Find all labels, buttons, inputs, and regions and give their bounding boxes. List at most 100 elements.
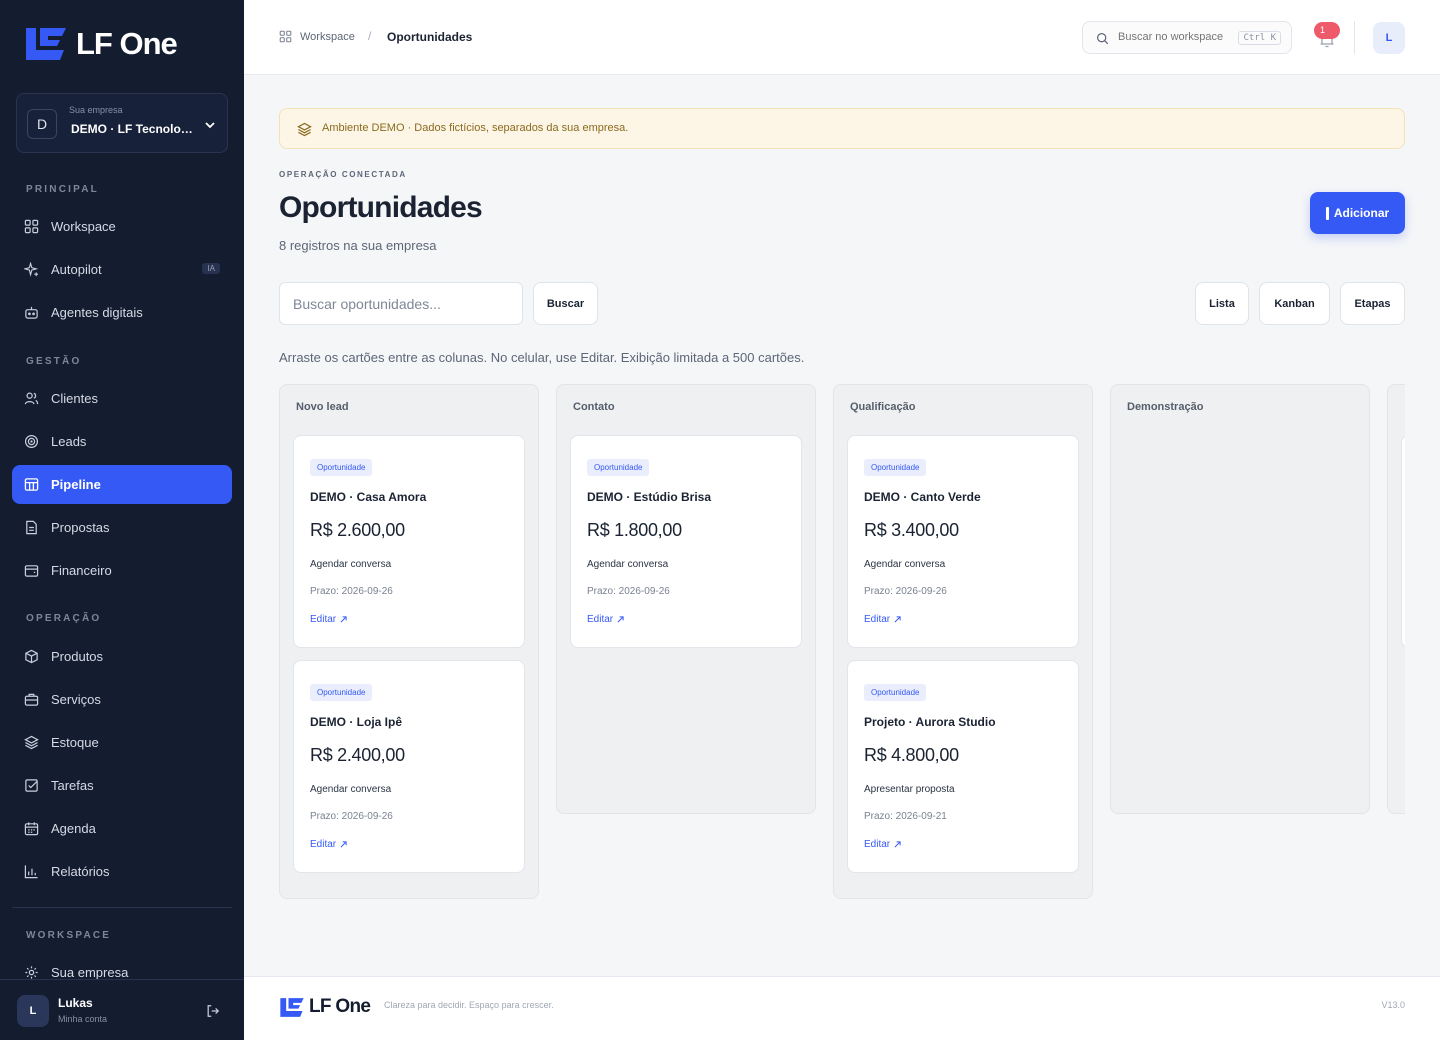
avatar[interactable]: L [1373,22,1405,54]
layers-icon [24,735,39,750]
avatar: L [17,995,49,1027]
card-due-date: Prazo: 2026-09-26 [310,586,393,597]
footer: LF One Clareza para decidir. Espaço para… [244,976,1440,1040]
card-title: DEMO · Loja Ipê [310,715,403,729]
footer-logo: LF One [279,996,371,1018]
user-subtitle: Minha conta [58,1014,108,1024]
card-next-step: Agendar conversa [587,559,669,570]
briefcase-icon [24,693,39,706]
bot-icon [25,306,38,319]
sidebar-item-propostas[interactable]: Propostas [12,508,232,547]
add-button[interactable]: Adicionar [1310,192,1405,234]
grid-icon [279,30,292,43]
breadcrumb-separator: / [368,29,372,43]
card-edit-label: Editar [310,614,337,625]
logout-icon[interactable] [206,1004,220,1018]
opportunity-card[interactable]: Oportunidade Projeto · Aurora Studio R$ … [847,660,1079,873]
sidebar-item-produtos[interactable]: Produtos [12,637,232,676]
kanban-board: Novo lead Oportunidade DEMO · Casa Amora… [279,384,1405,904]
card-edit-link[interactable]: Editar [587,614,624,625]
workspace-search[interactable]: Ctrl K [1082,21,1292,54]
nav-section-gestao: GESTÃO [26,356,82,367]
sparkle-icon [24,262,39,277]
breadcrumb-home-label: Workspace [300,30,355,43]
card-edit-link[interactable]: Editar [310,839,347,850]
document-icon [26,520,37,535]
card-title: Projeto · Aurora Studio [864,715,996,729]
card-edit-link[interactable]: Editar [864,614,901,625]
arrow-up-right-icon [340,841,347,848]
gear-icon [25,966,38,979]
brand-name: LF One [76,26,178,61]
sidebar-item-label: Autopilot [51,262,102,277]
card-tag: Oportunidade [310,684,373,701]
card-edit-link[interactable]: Editar [310,614,347,625]
card-edit-label: Editar [587,614,614,625]
company-switcher[interactable]: D Sua empresa DEMO · LF Tecnologia [16,93,228,153]
lf-logo-icon [26,28,66,60]
card-due-date: Prazo: 2026-09-21 [864,811,947,822]
brand-logo[interactable]: LF One [24,26,178,62]
search-button[interactable]: Buscar [533,282,598,325]
user-account[interactable]: L Lukas Minha conta [0,979,244,1040]
opportunity-card[interactable]: Oportunidade DEMO · Casa Amora R$ 2.600,… [293,435,525,648]
sidebar-item-label: Pipeline [51,477,101,492]
view-list-button[interactable]: Lista [1195,282,1249,325]
opportunity-card[interactable]: Oportunidade DEMO · Loja Ipê R$ 2.400,00… [293,660,525,873]
sidebar-item-relatorios[interactable]: Relatórios [12,852,232,891]
sidebar-item-financeiro[interactable]: Financeiro [12,551,232,590]
card-value: R$ 4.800,00 [864,745,959,765]
sidebar-item-workspace[interactable]: Workspace [12,207,232,246]
view-kanban-button[interactable]: Kanban [1259,282,1330,325]
card-value: R$ 2.600,00 [310,520,405,540]
card-next-step: Agendar conversa [310,784,392,795]
nav-section-workspace: WORKSPACE [26,930,112,941]
footer-version: V13.0 [1381,1000,1405,1010]
target-icon [24,434,39,449]
card-value: R$ 1.800,00 [587,520,682,540]
opportunity-search-input[interactable] [279,282,523,325]
sidebar-item-tarefas[interactable]: Tarefas [12,766,232,805]
kanban-column: Demonstração [1110,384,1370,814]
sidebar-item-label: Tarefas [51,778,94,793]
kanban-hint: Arraste os cartões entre as colunas. No … [279,350,805,365]
card-due-date: Prazo: 2026-09-26 [310,811,393,822]
card-edit-label: Editar [864,839,891,850]
user-name: Lukas [58,996,93,1010]
view-stages-button[interactable]: Etapas [1340,282,1405,325]
sidebar-item-clientes[interactable]: Clientes [12,379,232,418]
company-label: Sua empresa [69,105,123,115]
wallet-icon [24,565,39,577]
page-subtitle: 8 registros na sua empresa [279,238,437,253]
opportunity-card[interactable]: Oportunidade DEMO · Canto Verde R$ 3.400… [847,435,1079,648]
sidebar-item-pipeline[interactable]: Pipeline [12,465,232,504]
sidebar-item-agentes-digitais[interactable]: Agentes digitais [12,293,232,332]
sidebar-item-leads[interactable]: Leads [12,422,232,461]
opportunity-card[interactable]: Oportunidade DEMO · Estúdio Brisa R$ 1.8… [570,435,802,648]
chevron-down-icon [205,122,215,129]
bar-chart-icon [24,865,38,879]
workspace-search-input[interactable] [1118,31,1238,43]
kanban-icon [24,478,39,491]
column-title: Contato [573,401,615,413]
card-title: DEMO · Casa Amora [310,490,427,504]
column-title: Demonstração [1127,401,1204,413]
sidebar-item-autopilot[interactable]: Autopilot IA [12,250,232,289]
add-button-label: Adicionar [1333,206,1390,220]
layers-icon [297,122,312,137]
footer-brand-name: LF One [309,996,371,1017]
box-icon [25,649,38,664]
sidebar-item-agenda[interactable]: Agenda [12,809,232,848]
sidebar-item-estoque[interactable]: Estoque [12,723,232,762]
arrow-up-right-icon [340,616,347,623]
sidebar: LF One D Sua empresa DEMO · LF Tecnologi… [0,0,244,1040]
sidebar-item-label: Clientes [51,391,98,406]
sidebar-item-servicos[interactable]: Serviços [12,680,232,719]
card-edit-link[interactable]: Editar [864,839,901,850]
card-value: R$ 3.400,00 [864,520,959,540]
sidebar-item-label: Agenda [51,821,96,836]
opportunity-card-partial[interactable] [1401,435,1405,648]
topbar: Workspace / Oportunidades Ctrl K 1 L [244,0,1440,75]
sidebar-item-label: Serviços [51,692,101,707]
breadcrumb-home[interactable]: Workspace [279,30,355,43]
